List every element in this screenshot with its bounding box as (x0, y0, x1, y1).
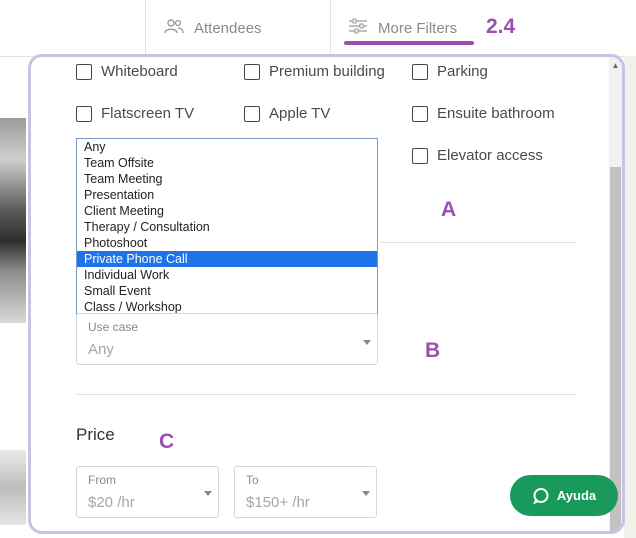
amenity-label: Elevator access (437, 147, 543, 164)
checkbox-whiteboard[interactable] (76, 63, 92, 80)
use-case-option[interactable]: Photoshoot (77, 235, 377, 251)
checkbox-flatscreen-tv[interactable] (76, 105, 92, 122)
price-to-value: $150+ /hr (246, 494, 310, 511)
use-case-option[interactable]: Any (77, 139, 377, 155)
chevron-down-icon (362, 491, 370, 496)
tab-more-filters-label: More Filters (378, 19, 458, 37)
amenity-premium-building[interactable]: Premium building (244, 63, 385, 80)
checkbox-parking[interactable] (412, 63, 428, 80)
price-to-label: To (246, 473, 259, 487)
top-filter-bar: Attendees More Filters 2.4 (0, 0, 636, 57)
use-case-option-selected[interactable]: Private Phone Call (77, 251, 377, 267)
chat-bubble-icon (532, 487, 549, 505)
map-strip (624, 56, 636, 538)
price-from-select[interactable]: From $20 /hr (76, 466, 219, 518)
use-case-option[interactable]: Team Offsite (77, 155, 377, 171)
use-case-option[interactable]: Team Meeting (77, 171, 377, 187)
section-divider (376, 242, 577, 243)
use-case-select[interactable]: Use case Any (76, 313, 378, 365)
amenity-elevator-access[interactable]: Elevator access (412, 147, 543, 164)
amenity-apple-tv[interactable]: Apple TV (244, 105, 330, 122)
annotation-step-number: 2.4 (486, 15, 516, 38)
section-divider (76, 394, 577, 395)
amenity-whiteboard[interactable]: Whiteboard (76, 63, 178, 80)
modal-scroll-thumb[interactable] (610, 167, 621, 531)
listing-photo-second (0, 450, 26, 525)
checkbox-apple-tv[interactable] (244, 105, 260, 122)
amenity-parking[interactable]: Parking (412, 63, 488, 80)
amenity-label: Parking (437, 63, 488, 80)
scroll-up-arrow-icon[interactable]: ▲ (609, 61, 622, 71)
listing-photo (0, 118, 26, 323)
amenity-label: Flatscreen TV (101, 105, 195, 122)
use-case-option[interactable]: Small Event (77, 283, 377, 299)
annotation-c: C (159, 430, 175, 453)
help-chat-button[interactable]: Ayuda (510, 475, 618, 516)
tab-attendees[interactable]: Attendees (145, 0, 331, 56)
price-from-value: $20 /hr (88, 494, 135, 511)
amenity-label: Apple TV (269, 105, 331, 122)
more-filters-modal: ▲ Whiteboard Premium building Parking Fl… (28, 54, 625, 534)
checkbox-elevator-access[interactable] (412, 147, 428, 164)
use-case-option[interactable]: Therapy / Consultation (77, 219, 377, 235)
help-chat-label: Ayuda (556, 488, 597, 503)
chevron-down-icon (204, 491, 212, 496)
checkbox-ensuite-bathroom[interactable] (412, 105, 428, 122)
amenity-label: Premium building (269, 63, 385, 80)
use-case-select-label: Use case (88, 320, 139, 334)
price-from-label: From (88, 473, 116, 487)
annotation-a: A (441, 198, 457, 221)
use-case-dropdown-list[interactable]: Any Team Offsite Team Meeting Presentati… (76, 138, 378, 315)
use-case-option[interactable]: Presentation (77, 187, 377, 203)
checkbox-premium-building[interactable] (244, 63, 260, 80)
active-filter-underline (344, 41, 474, 45)
amenity-label: Ensuite bathroom (437, 105, 555, 122)
use-case-option[interactable]: Client Meeting (77, 203, 377, 219)
price-section-title: Price (76, 425, 115, 444)
tab-attendees-label: Attendees (194, 19, 262, 37)
sliders-icon (348, 18, 368, 38)
people-icon (164, 18, 184, 38)
chevron-down-icon (363, 340, 371, 345)
amenity-label: Whiteboard (101, 63, 178, 80)
use-case-select-value: Any (88, 341, 114, 358)
amenity-ensuite-bathroom[interactable]: Ensuite bathroom (412, 105, 555, 122)
use-case-option[interactable]: Individual Work (77, 267, 377, 283)
annotation-b: B (425, 339, 441, 362)
amenity-flatscreen-tv[interactable]: Flatscreen TV (76, 105, 194, 122)
price-to-select[interactable]: To $150+ /hr (234, 466, 377, 518)
